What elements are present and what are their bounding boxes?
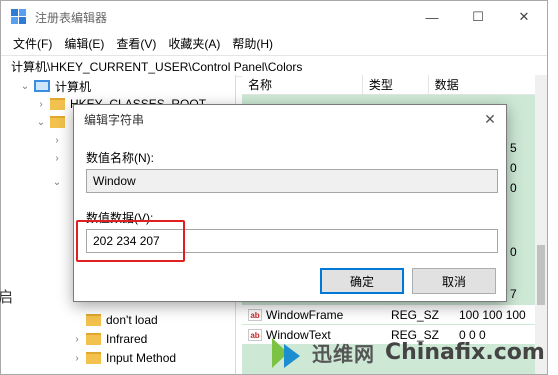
maximize-button[interactable]: ☐ — [455, 1, 501, 33]
tree-expander-row[interactable]: › — [51, 149, 63, 167]
chinafix-logo-icon — [268, 334, 306, 372]
tree-expander-row[interactable]: ⌄ — [51, 173, 63, 191]
list-row[interactable]: ab WindowFrame REG_SZ 100 100 100 — [242, 305, 535, 324]
tree-item-infrared[interactable]: › Infrared — [71, 330, 147, 348]
value-name-field: Window — [86, 169, 498, 193]
folder-icon — [86, 333, 101, 345]
data-value-fragment: 7 — [510, 287, 517, 301]
cancel-button[interactable]: 取消 — [412, 268, 496, 294]
tree-item-label: 计算机 — [55, 79, 92, 94]
tree-item-label: Input Method — [106, 351, 177, 365]
string-value-icon: ab — [248, 308, 262, 321]
close-button[interactable]: ✕ — [501, 1, 547, 33]
string-value-icon: ab — [248, 328, 262, 341]
value-type: REG_SZ — [391, 307, 440, 322]
folder-icon — [50, 98, 65, 110]
data-value-fragment: 0 — [510, 181, 517, 195]
menu-file[interactable]: 文件(F) — [7, 35, 58, 52]
watermark-en-text: Chinafix.com — [385, 340, 545, 365]
column-data-header[interactable]: 数据 — [429, 75, 535, 95]
chevron-down-icon[interactable]: ⌄ — [19, 81, 31, 92]
data-value-fragment: 5 — [510, 141, 517, 155]
value-data: 100 100 100 — [459, 307, 526, 322]
menu-view[interactable]: 查看(V) — [110, 35, 162, 52]
chevron-right-icon[interactable]: › — [71, 334, 83, 345]
watermark: 迅维网 Chinafix.com — [268, 330, 558, 375]
regedit-icon — [11, 9, 27, 25]
menu-bar: 文件(F) 编辑(E) 查看(V) 收藏夹(A) 帮助(H) — [1, 33, 547, 53]
ok-button[interactable]: 确定 — [320, 268, 404, 294]
folder-icon — [50, 116, 65, 128]
clipped-text-fragment: 启 — [0, 289, 14, 306]
title-bar: 注册表编辑器 — ☐ ✕ — [1, 1, 547, 33]
window-title: 注册表编辑器 — [35, 10, 108, 25]
watermark-cn-text: 迅维网 — [312, 344, 375, 366]
menu-help[interactable]: 帮助(H) — [226, 35, 279, 52]
chevron-right-icon[interactable]: › — [51, 135, 63, 146]
data-value-fragment: 0 — [510, 161, 517, 175]
tree-item-input-method[interactable]: › Input Method — [71, 349, 176, 367]
edit-string-dialog: 编辑字符串 ✕ 数值名称(N): Window 数值数据(V): 202 234… — [73, 104, 507, 302]
dialog-close-button[interactable]: ✕ — [480, 109, 500, 129]
chevron-right-icon[interactable]: › — [35, 99, 47, 110]
menu-favorites[interactable]: 收藏夹(A) — [162, 35, 226, 52]
chevron-down-icon[interactable]: ⌄ — [35, 117, 47, 128]
chevron-down-icon[interactable]: ⌄ — [51, 177, 63, 188]
tree-item-dont-load[interactable]: don't load — [83, 311, 158, 329]
chevron-right-icon[interactable]: › — [71, 353, 83, 364]
list-header: 名称 类型 数据 — [242, 74, 535, 95]
red-highlight-box — [76, 220, 185, 262]
chevron-right-icon[interactable]: › — [51, 153, 63, 164]
column-type-header[interactable]: 类型 — [363, 74, 429, 95]
data-value-fragment: 0 — [510, 245, 517, 259]
computer-icon — [34, 80, 50, 92]
folder-icon — [86, 352, 101, 364]
minimize-button[interactable]: — — [409, 1, 455, 33]
value-name-label: 数值名称(N): — [86, 151, 154, 165]
column-name-header[interactable]: 名称 — [242, 74, 363, 95]
tree-item-label: don't load — [106, 313, 158, 327]
folder-icon — [86, 314, 101, 326]
tree-item-computer[interactable]: ⌄ 计算机 — [19, 77, 91, 95]
tree-item-hkcu[interactable]: ⌄ — [35, 113, 70, 131]
menu-edit[interactable]: 编辑(E) — [58, 35, 110, 52]
tree-expander-row[interactable]: › — [51, 131, 63, 149]
tree-item-label: Infrared — [106, 332, 148, 346]
dialog-title: 编辑字符串 — [84, 112, 145, 127]
scrollbar-thumb[interactable] — [537, 245, 545, 305]
value-name: WindowFrame — [266, 307, 344, 322]
